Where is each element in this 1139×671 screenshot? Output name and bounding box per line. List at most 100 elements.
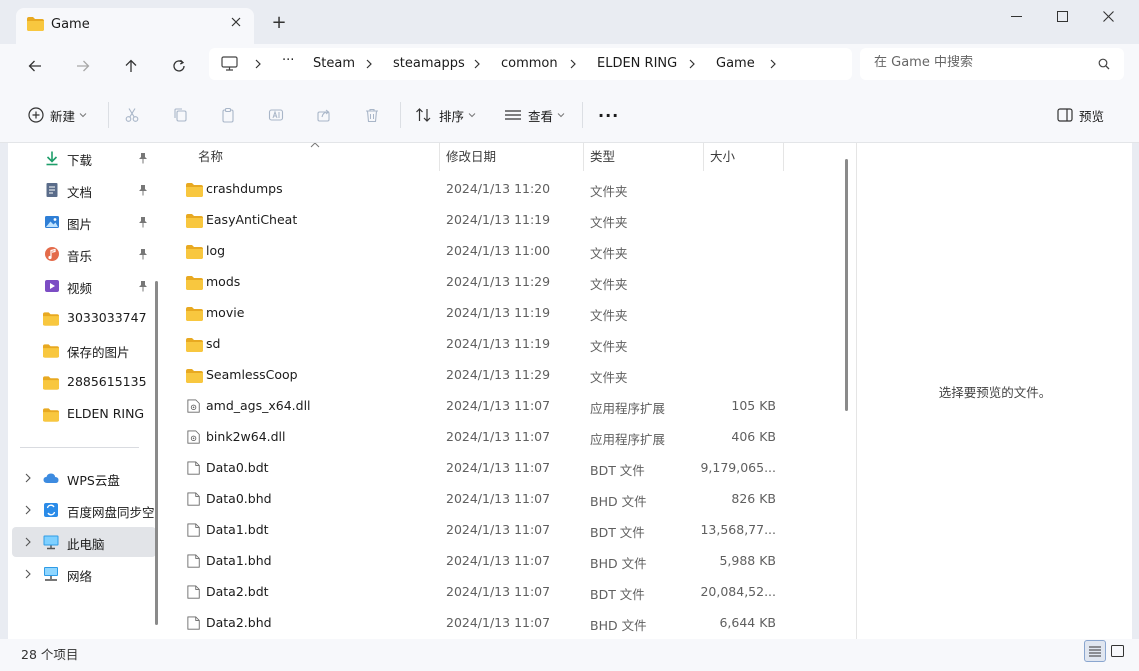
file-list-scrollbar[interactable]: [845, 159, 848, 411]
column-header-name[interactable]: 名称: [198, 143, 223, 171]
sidebar-item-label: WPS云盘: [67, 473, 120, 488]
breadcrumb-steamapps[interactable]: steamapps: [393, 56, 465, 71]
sidebar-item-label: 网络: [67, 569, 93, 584]
file-name: bink2w64.dll: [206, 429, 286, 444]
sidebar-item-baidu-sync[interactable]: 百度网盘同步空: [12, 495, 156, 525]
preview-pane-button[interactable]: 预览: [1057, 102, 1104, 128]
cut-button[interactable]: [124, 102, 140, 128]
chevron-right-icon: [570, 59, 576, 69]
file-row[interactable]: mods 2024/1/13 11:29 文件夹: [166, 267, 846, 298]
details-view-button[interactable]: [1084, 640, 1106, 662]
column-header-size[interactable]: 大小: [710, 143, 735, 171]
tab-game[interactable]: Game: [16, 8, 254, 44]
breadcrumb-elden-ring[interactable]: ELDEN RING: [597, 56, 677, 71]
breadcrumb-steam[interactable]: Steam: [313, 56, 355, 71]
file-type: 文件夹: [590, 215, 628, 230]
more-options-button[interactable]: ···: [598, 102, 619, 128]
rename-button[interactable]: [268, 102, 284, 128]
file-row[interactable]: bink2w64.dll 2024/1/13 11:07 应用程序扩展 406 …: [166, 422, 846, 453]
column-header-modified[interactable]: 修改日期: [446, 143, 496, 171]
file-row[interactable]: amd_ags_x64.dll 2024/1/13 11:07 应用程序扩展 1…: [166, 391, 846, 422]
forward-button[interactable]: [68, 52, 98, 80]
sidebar-item-network[interactable]: 网络: [12, 559, 156, 589]
folder-icon: [43, 344, 59, 358]
sidebar-item-documents[interactable]: 文档: [12, 175, 156, 205]
minimize-button[interactable]: [993, 0, 1039, 32]
sidebar-item-this-pc[interactable]: 此电脑: [12, 527, 156, 557]
file-row[interactable]: crashdumps 2024/1/13 11:20 文件夹: [166, 174, 846, 205]
column-divider[interactable]: [783, 143, 784, 171]
file-name: SeamlessCoop: [206, 367, 298, 382]
sidebar-item-elden-ring[interactable]: ELDEN RING: [12, 399, 156, 429]
close-icon: [231, 17, 241, 27]
back-button[interactable]: [20, 52, 50, 80]
search-input[interactable]: [874, 55, 1094, 70]
delete-button[interactable]: [364, 102, 380, 128]
clipboard-icon: [222, 107, 234, 123]
file-row[interactable]: Data2.bhd 2024/1/13 11:07 BHD 文件 6,644 K…: [166, 608, 846, 639]
chevron-right-icon[interactable]: [24, 569, 32, 579]
file-size: 9,179,065...: [700, 460, 776, 475]
file-name: sd: [206, 336, 221, 351]
sidebar-item-wps-cloud[interactable]: WPS云盘: [12, 463, 156, 493]
new-button[interactable]: 新建: [28, 102, 87, 128]
file-row[interactable]: Data1.bhd 2024/1/13 11:07 BHD 文件 5,988 K…: [166, 546, 846, 577]
breadcrumb-game[interactable]: Game: [716, 56, 755, 71]
sidebar-item-videos[interactable]: 视频: [12, 271, 156, 301]
chevron-right-icon[interactable]: [24, 505, 32, 515]
breadcrumb-common[interactable]: common: [501, 56, 558, 71]
file-icon: [187, 585, 200, 599]
search-icon[interactable]: [1098, 58, 1110, 70]
arrow-right-icon: [77, 60, 90, 72]
column-divider[interactable]: [439, 143, 440, 171]
sort-ascending-icon: [310, 143, 320, 148]
paste-button[interactable]: [220, 102, 236, 128]
folder-icon: [43, 312, 59, 326]
file-type: BHD 文件: [590, 618, 647, 633]
sidebar-item-music[interactable]: 音乐: [12, 239, 156, 269]
sidebar-scrollbar[interactable]: [155, 281, 158, 625]
close-window-button[interactable]: [1085, 0, 1131, 32]
close-tab-button[interactable]: [225, 14, 247, 34]
file-row[interactable]: SeamlessCoop 2024/1/13 11:29 文件夹: [166, 360, 846, 391]
sidebar-item-pictures[interactable]: 图片: [12, 207, 156, 237]
share-button[interactable]: [316, 102, 332, 128]
new-tab-button[interactable]: +: [268, 12, 290, 34]
large-icons-view-button[interactable]: [1106, 640, 1128, 662]
file-row[interactable]: Data1.bdt 2024/1/13 11:07 BDT 文件 13,568,…: [166, 515, 846, 546]
up-button[interactable]: [116, 52, 146, 80]
copy-button[interactable]: [172, 102, 188, 128]
file-modified: 2024/1/13 11:19: [446, 305, 551, 320]
view-button[interactable]: 查看: [504, 102, 565, 128]
column-header-type[interactable]: 类型: [590, 143, 615, 171]
file-row[interactable]: EasyAntiCheat 2024/1/13 11:19 文件夹: [166, 205, 846, 236]
chevron-right-icon[interactable]: [24, 537, 32, 547]
chevron-right-icon[interactable]: [24, 473, 32, 483]
address-bar[interactable]: ··· Steam steamapps common ELDEN RING Ga…: [209, 48, 852, 80]
refresh-button[interactable]: [164, 52, 194, 80]
file-name: Data0.bhd: [206, 491, 272, 506]
file-row[interactable]: Data2.bdt 2024/1/13 11:07 BDT 文件 20,084,…: [166, 577, 846, 608]
picture-icon: [45, 216, 59, 228]
maximize-button[interactable]: [1039, 0, 1085, 32]
file-size: 105 KB: [731, 398, 776, 413]
column-divider[interactable]: [583, 143, 584, 171]
sidebar-item-folder-2885615135[interactable]: 2885615135: [12, 367, 156, 397]
file-row[interactable]: Data0.bdt 2024/1/13 11:07 BDT 文件 9,179,0…: [166, 453, 846, 484]
file-modified: 2024/1/13 11:07: [446, 460, 551, 475]
sidebar-item-folder-3033033747[interactable]: 3033033747: [12, 303, 156, 333]
sidebar-item-saved-pictures[interactable]: 保存的图片: [12, 335, 156, 365]
sidebar-item-label: 2885615135: [67, 374, 147, 389]
file-row[interactable]: log 2024/1/13 11:00 文件夹: [166, 236, 846, 267]
file-modified: 2024/1/13 11:07: [446, 398, 551, 413]
file-row[interactable]: movie 2024/1/13 11:19 文件夹: [166, 298, 846, 329]
sidebar-item-label: 此电脑: [67, 537, 105, 552]
sort-button[interactable]: 排序: [415, 102, 476, 128]
column-divider[interactable]: [703, 143, 704, 171]
file-row[interactable]: sd 2024/1/13 11:19 文件夹: [166, 329, 846, 360]
sidebar-item-downloads[interactable]: 下载: [12, 143, 156, 173]
file-modified: 2024/1/13 11:07: [446, 584, 551, 599]
chevron-down-icon: [79, 113, 87, 118]
breadcrumb-overflow[interactable]: ···: [282, 53, 294, 68]
file-row[interactable]: Data0.bhd 2024/1/13 11:07 BHD 文件 826 KB: [166, 484, 846, 515]
